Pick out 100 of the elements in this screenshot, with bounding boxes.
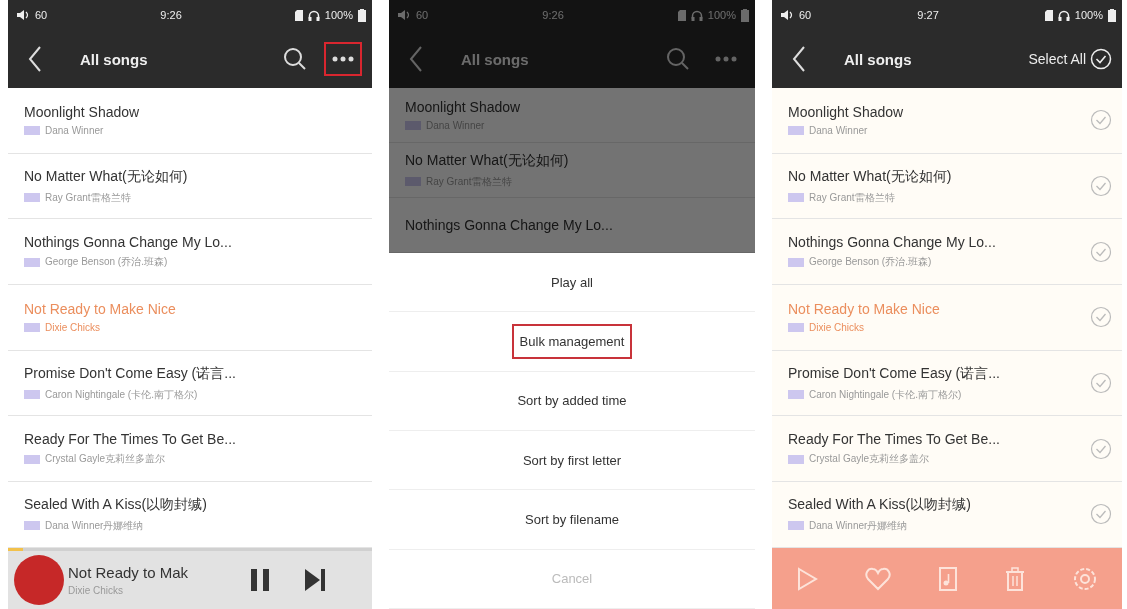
more-button[interactable] xyxy=(324,42,362,76)
speaker-icon xyxy=(780,10,794,20)
artist-name: Dana Winner丹娜维纳 xyxy=(809,518,908,533)
quality-badge-icon xyxy=(24,521,40,531)
artist-name: Caron Nightingale (卡伦.南丁格尔) xyxy=(809,387,962,402)
quality-badge-icon xyxy=(405,177,421,186)
now-playing-title: Not Ready to Mak xyxy=(68,564,190,581)
next-button[interactable] xyxy=(302,566,328,594)
back-button[interactable] xyxy=(790,44,808,74)
more-icon xyxy=(714,55,738,63)
battery-percent: 100% xyxy=(707,9,736,21)
back-icon xyxy=(409,46,423,72)
sd-card-icon xyxy=(1044,9,1053,21)
menu-item[interactable]: Sort by first letter xyxy=(514,442,630,478)
album-art-placeholder[interactable] xyxy=(14,555,64,605)
song-title[interactable]: Sealed With A Kiss(以吻封缄) xyxy=(24,495,207,514)
check-circle-icon[interactable] xyxy=(1090,437,1112,460)
skip-next-icon xyxy=(304,568,326,592)
song-title[interactable]: Nothings Gonna Change My Lo... xyxy=(24,234,232,251)
music-note-icon xyxy=(937,566,958,591)
artist-name: Crystal Gayle克莉丝多盖尔 xyxy=(809,452,929,467)
volume-level: 60 xyxy=(35,9,48,21)
menu-item[interactable]: Sort by filename xyxy=(517,501,627,537)
song-title[interactable]: Nothings Gonna Change My Lo... xyxy=(405,217,613,233)
song-title[interactable]: Sealed With A Kiss(以吻封缄) xyxy=(788,495,971,514)
trash-icon xyxy=(1005,566,1026,591)
song-title[interactable]: Moonlight Shadow xyxy=(405,99,521,115)
quality-badge-icon xyxy=(24,193,40,203)
select-all-button[interactable]: Select All xyxy=(1028,48,1112,70)
pause-button[interactable] xyxy=(248,566,272,594)
screen-title: All songs xyxy=(461,50,529,68)
screen-title: All songs xyxy=(80,50,148,68)
song-title[interactable]: Ready For The Times To Get Be... xyxy=(788,431,1000,448)
quality-badge-icon xyxy=(24,126,40,136)
battery-icon xyxy=(1108,8,1116,22)
artist-name: Ray Grant雷格兰特 xyxy=(45,190,131,205)
artist-name: George Benson (乔治.班森) xyxy=(45,255,168,270)
battery-percent: 100% xyxy=(324,9,353,21)
check-circle-icon[interactable] xyxy=(1090,503,1112,526)
headphones-icon xyxy=(1057,9,1070,21)
battery-icon xyxy=(741,8,749,22)
pause-icon xyxy=(250,568,270,592)
quality-badge-icon xyxy=(788,454,804,464)
now-playing-artist: Dixie Chicks xyxy=(68,585,124,596)
more-icon xyxy=(331,55,355,63)
check-circle-icon[interactable] xyxy=(1090,372,1112,395)
song-title[interactable]: No Matter What(无论如何) xyxy=(788,167,952,186)
volume-level: 60 xyxy=(799,9,812,21)
artist-name: George Benson (乔治.班森) xyxy=(809,255,932,270)
menu-item[interactable]: Sort by added time xyxy=(509,383,635,419)
search-icon xyxy=(666,47,690,71)
song-title[interactable]: Promise Don't Come Easy (诺言... xyxy=(788,364,1000,383)
artist-name: Dixie Chicks xyxy=(45,322,100,334)
sd-card-icon xyxy=(677,9,686,21)
artist-name: Caron Nightingale (卡伦.南丁格尔) xyxy=(45,387,198,402)
clock-time: 9:26 xyxy=(542,9,564,21)
song-title[interactable]: Ready For The Times To Get Be... xyxy=(24,431,236,448)
sd-card-icon xyxy=(294,9,303,21)
back-button[interactable] xyxy=(26,44,44,74)
quality-badge-icon xyxy=(788,193,804,203)
quality-badge-icon xyxy=(24,323,40,333)
speaker-icon xyxy=(397,10,411,20)
quality-badge-icon xyxy=(788,257,804,267)
check-circle-icon[interactable] xyxy=(1090,240,1112,263)
quality-badge-icon xyxy=(24,257,40,267)
back-icon xyxy=(28,46,42,72)
song-title[interactable]: Nothings Gonna Change My Lo... xyxy=(788,234,996,251)
check-circle-icon[interactable] xyxy=(1090,306,1112,329)
battery-icon xyxy=(358,8,366,22)
artist-name: Dana Winner xyxy=(45,125,104,137)
heart-icon xyxy=(864,566,891,591)
speaker-icon xyxy=(16,10,30,20)
quality-badge-icon xyxy=(788,521,804,531)
artist-name: Dana Winner xyxy=(809,125,868,137)
artist-name: Crystal Gayle克莉丝多盖尔 xyxy=(45,452,165,467)
clock-time: 9:26 xyxy=(160,9,182,21)
headphones-icon xyxy=(690,9,703,21)
check-circle-icon[interactable] xyxy=(1090,109,1112,132)
song-title[interactable]: Moonlight Shadow xyxy=(788,104,904,121)
clock-time: 9:27 xyxy=(917,9,939,21)
headphones-icon xyxy=(307,9,320,21)
artist-name: Dixie Chicks xyxy=(809,322,864,334)
quality-badge-icon xyxy=(24,454,40,464)
artist-name: Dana Winner丹娜维纳 xyxy=(45,518,144,533)
artist-name: Ray Grant雷格兰特 xyxy=(809,190,895,205)
menu-item[interactable]: Bulk management xyxy=(511,324,633,359)
back-icon xyxy=(792,46,806,72)
menu-item[interactable]: Play all xyxy=(543,264,601,300)
quality-badge-icon xyxy=(788,323,804,333)
song-title[interactable]: Moonlight Shadow xyxy=(24,104,140,121)
screen-title: All songs xyxy=(844,50,912,68)
song-title[interactable]: Promise Don't Come Easy (诺言... xyxy=(24,364,236,383)
battery-percent: 100% xyxy=(1074,9,1103,21)
check-circle-icon[interactable] xyxy=(1090,175,1112,198)
song-title[interactable]: No Matter What(无论如何) xyxy=(24,167,188,186)
quality-badge-icon xyxy=(788,126,804,136)
volume-level: 60 xyxy=(416,9,429,21)
search-icon xyxy=(283,47,307,71)
quality-badge-icon xyxy=(788,390,804,400)
song-title[interactable]: No Matter What(无论如何) xyxy=(405,151,569,170)
